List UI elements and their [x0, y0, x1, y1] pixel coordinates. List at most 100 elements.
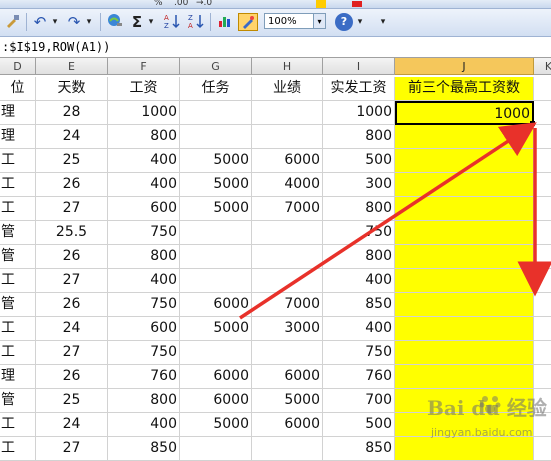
decrease-decimal-icon[interactable]: →.0 [196, 0, 212, 8]
table-cell[interactable] [395, 125, 534, 149]
table-cell[interactable]: 7000 [252, 293, 323, 317]
table-cell[interactable]: 27 [36, 269, 108, 293]
table-cell[interactable] [395, 413, 534, 437]
table-cell[interactable]: 工 [0, 197, 36, 221]
table-cell[interactable]: 5000 [180, 149, 252, 173]
table-cell[interactable]: 工 [0, 317, 36, 341]
table-cell[interactable]: 400 [108, 269, 180, 293]
table-cell[interactable] [534, 389, 551, 413]
undo-icon[interactable]: ↶ [32, 13, 48, 31]
table-cell[interactable] [534, 197, 551, 221]
table-cell[interactable]: 800 [323, 197, 395, 221]
column-header-i[interactable]: I [323, 58, 395, 75]
table-cell[interactable] [534, 437, 551, 461]
table-cell[interactable]: 400 [323, 317, 395, 341]
table-cell[interactable] [252, 245, 323, 269]
highlight-color-icon[interactable] [316, 0, 326, 8]
table-cell[interactable] [395, 293, 534, 317]
autosum-dropdown-icon[interactable]: ▾ [146, 13, 156, 31]
table-cell[interactable] [534, 245, 551, 269]
help-dropdown-icon[interactable]: ▾ [355, 13, 365, 31]
table-cell[interactable] [534, 173, 551, 197]
column-header-f[interactable]: F [108, 58, 180, 75]
table-cell[interactable]: 工 [0, 437, 36, 461]
table-cell[interactable] [180, 101, 252, 125]
table-cell[interactable]: 管 [0, 293, 36, 317]
table-cell[interactable]: 5000 [180, 173, 252, 197]
table-cell[interactable] [252, 101, 323, 125]
table-cell[interactable] [252, 437, 323, 461]
table-cell[interactable]: 800 [108, 245, 180, 269]
chart-wizard-icon[interactable] [216, 13, 234, 31]
hyperlink-icon[interactable] [106, 13, 124, 31]
table-cell[interactable]: 850 [323, 437, 395, 461]
table-cell[interactable]: 750 [323, 221, 395, 245]
formula-bar[interactable]: :$I$19,ROW(A1)) [0, 37, 551, 58]
header-cell[interactable]: 工资 [108, 77, 180, 101]
table-cell[interactable]: 1000 [108, 101, 180, 125]
font-color-icon[interactable] [352, 1, 362, 7]
table-cell[interactable]: 400 [108, 173, 180, 197]
table-cell[interactable] [534, 149, 551, 173]
table-cell[interactable] [534, 101, 551, 125]
format-painter-icon[interactable] [4, 13, 22, 31]
column-header-e[interactable]: E [36, 58, 108, 75]
undo-dropdown-icon[interactable]: ▾ [50, 13, 60, 31]
table-cell[interactable]: 600 [108, 197, 180, 221]
table-cell[interactable]: 700 [323, 389, 395, 413]
table-cell[interactable] [395, 365, 534, 389]
table-cell[interactable]: 理 [0, 125, 36, 149]
table-cell[interactable] [180, 221, 252, 245]
table-cell[interactable]: 24 [36, 413, 108, 437]
zoom-input[interactable]: 100% [264, 13, 314, 29]
table-cell[interactable] [395, 221, 534, 245]
table-cell[interactable]: 800 [323, 245, 395, 269]
table-cell[interactable]: 6000 [180, 293, 252, 317]
table-cell[interactable]: 26 [36, 365, 108, 389]
table-cell[interactable]: 400 [323, 269, 395, 293]
table-cell[interactable] [395, 317, 534, 341]
increase-decimal-icon[interactable]: .00 [174, 0, 188, 8]
table-cell[interactable]: 760 [108, 365, 180, 389]
table-cell[interactable]: 25 [36, 389, 108, 413]
table-cell[interactable]: 理 [0, 365, 36, 389]
table-cell[interactable]: 管 [0, 389, 36, 413]
drawing-toolbar-icon[interactable] [238, 13, 258, 31]
column-header-h[interactable]: H [252, 58, 323, 75]
table-cell[interactable]: 5000 [252, 389, 323, 413]
column-header-j[interactable]: J [395, 58, 534, 75]
table-cell[interactable]: 管 [0, 221, 36, 245]
table-cell[interactable]: 5000 [180, 413, 252, 437]
table-cell[interactable]: 7000 [252, 197, 323, 221]
table-cell[interactable]: 6000 [252, 365, 323, 389]
table-cell[interactable]: 400 [108, 413, 180, 437]
table-cell[interactable]: 850 [108, 437, 180, 461]
percent-style-icon[interactable]: % [154, 0, 163, 8]
table-cell[interactable]: 800 [108, 125, 180, 149]
table-cell[interactable] [180, 245, 252, 269]
table-cell[interactable] [534, 269, 551, 293]
table-cell[interactable]: 工 [0, 269, 36, 293]
table-cell[interactable] [395, 437, 534, 461]
table-cell[interactable]: 750 [323, 341, 395, 365]
table-cell[interactable] [180, 341, 252, 365]
zoom-dropdown-icon[interactable]: ▾ [314, 13, 326, 29]
table-cell[interactable]: 500 [323, 413, 395, 437]
table-cell[interactable] [395, 197, 534, 221]
table-cell[interactable] [534, 413, 551, 437]
table-cell[interactable]: 27 [36, 197, 108, 221]
table-cell[interactable]: 工 [0, 173, 36, 197]
redo-icon[interactable]: ↷ [66, 13, 82, 31]
table-cell[interactable] [534, 293, 551, 317]
table-cell[interactable]: 工 [0, 413, 36, 437]
table-cell[interactable] [252, 269, 323, 293]
autosum-icon[interactable]: Σ [130, 13, 144, 31]
table-cell[interactable]: 760 [323, 365, 395, 389]
table-cell[interactable] [180, 125, 252, 149]
header-cell[interactable]: 业绩 [252, 77, 323, 101]
active-cell[interactable]: 1000 [395, 101, 534, 125]
table-cell[interactable]: 24 [36, 125, 108, 149]
table-cell[interactable] [395, 341, 534, 365]
table-cell[interactable]: 5000 [180, 197, 252, 221]
table-cell[interactable]: 300 [323, 173, 395, 197]
